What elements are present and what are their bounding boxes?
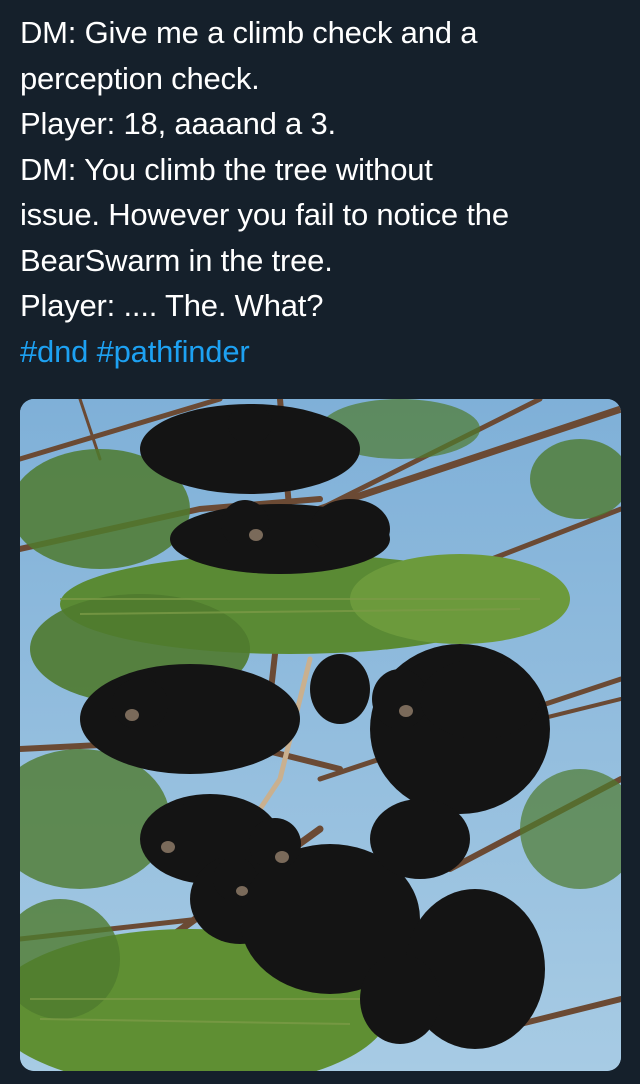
tweet-line: DM: You climb the tree without: [20, 151, 433, 187]
tweet-line: Player: 18, aaaand a 3.: [20, 106, 336, 141]
hashtag-pathfinder[interactable]: #pathfinder: [97, 334, 250, 369]
tweet-text: DM: Give me a climb check and a percepti…: [20, 10, 625, 374]
hashtags: #dnd #pathfinder: [20, 329, 625, 375]
tweet-line: perception check.: [20, 60, 260, 96]
tweet-line: issue. However you fail to notice the: [20, 197, 509, 232]
bears-in-tree-image: [20, 399, 621, 1071]
tweet-line: DM: Give me a climb check and a: [20, 15, 478, 50]
tweet-line: BearSwarm in the tree.: [20, 242, 333, 278]
hashtag-dnd[interactable]: #dnd: [20, 334, 88, 369]
tweet-photo[interactable]: [20, 399, 621, 1071]
tweet-line: Player: .... The. What?: [20, 288, 324, 323]
